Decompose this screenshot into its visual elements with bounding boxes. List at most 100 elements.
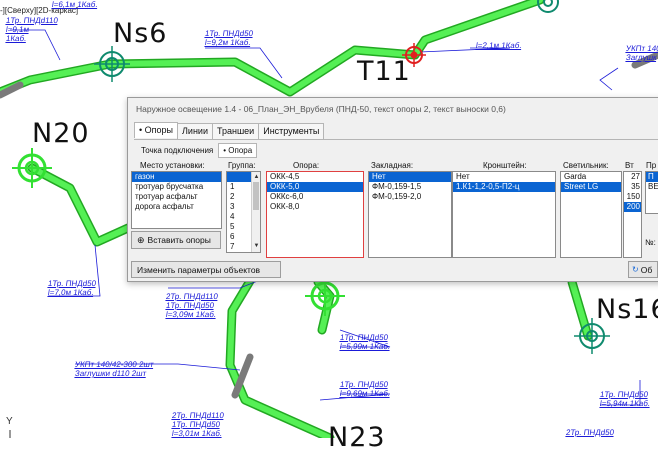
subtab-connection-point[interactable]: Точка подключения xyxy=(136,143,218,158)
list-item[interactable]: ОКК-5,0 xyxy=(267,182,363,192)
route-segment[interactable] xyxy=(567,277,593,341)
scroll-up-icon[interactable]: ▲ xyxy=(253,173,260,181)
outdoor-lighting-dialog[interactable]: Наружное освещение 1.4 - 06_План_ЭН_Вруб… xyxy=(127,97,658,282)
list-item[interactable]: 200 xyxy=(624,202,641,212)
update-button-label: Об xyxy=(640,264,653,275)
bracket-list[interactable]: Нет 1.К1-1,2-0,5-П2-ц xyxy=(452,171,556,258)
crosshair-icon: ⊕ xyxy=(137,234,145,245)
list-item[interactable]: ОККс-6,0 xyxy=(267,192,363,202)
cad-label: 1Тр. ПНДd50 xyxy=(165,301,215,310)
node-marker-ns6[interactable] xyxy=(94,46,130,82)
node-name-n20: N20 xyxy=(32,118,90,149)
route-segment[interactable] xyxy=(0,0,545,97)
col-header-place: Место установки: xyxy=(140,161,205,170)
list-item[interactable] xyxy=(227,172,251,182)
list-item[interactable]: ФМ-0,159-1,5 xyxy=(369,182,451,192)
insert-supports-label: Вставить опоры xyxy=(147,235,211,245)
node-marker-n20[interactable] xyxy=(12,148,52,188)
list-item[interactable]: ОКК-4,5 xyxy=(267,172,363,182)
list-item[interactable]: Street LG xyxy=(561,182,621,192)
cad-label: l=9,2м 1Каб. xyxy=(204,38,252,47)
lamp-list[interactable]: Garda Street LG xyxy=(560,171,622,258)
main-tabs: • Опоры Линии Траншеи Инструменты xyxy=(134,122,325,139)
list-item[interactable]: П xyxy=(646,172,658,182)
col-header-bracket: Кронштейн: xyxy=(483,161,527,170)
list-item[interactable]: ОКК-8,0 xyxy=(267,202,363,212)
change-parameters-button[interactable]: Изменить параметры объектов xyxy=(131,261,281,278)
cad-label: 2Тр. ПНДd110 xyxy=(171,411,225,420)
node-name-ns16: Ns16 xyxy=(596,294,658,325)
cad-label: Заглушк xyxy=(625,53,658,62)
cad-label: 1Тр. ПНДd50 xyxy=(339,333,389,342)
cad-label: l=9,1м xyxy=(5,25,30,34)
embed-list[interactable]: Нет ФМ-0,159-1,5 ФМ-0,159-2,0 xyxy=(368,171,452,258)
scroll-down-icon[interactable]: ▼ xyxy=(253,242,260,250)
col-header-embed: Закладная: xyxy=(371,161,414,170)
list-item[interactable]: газон xyxy=(132,172,221,182)
cad-label: 1Тр. ПНДd50 xyxy=(204,29,254,38)
tab-trenches[interactable]: Траншеи xyxy=(211,123,260,139)
list-item[interactable]: 27 xyxy=(624,172,641,182)
list-item[interactable]: Нет xyxy=(369,172,451,182)
tab-lines[interactable]: Линии xyxy=(177,123,213,139)
group-scrollbar[interactable]: ▲ ▼ xyxy=(251,172,260,252)
cad-label: 1Тр. ПНДd50 xyxy=(171,420,221,429)
cad-label: УКПт 140/42-300 2шт xyxy=(74,360,155,369)
leader-line xyxy=(599,67,619,91)
col-header-group: Группа: xyxy=(228,161,256,170)
list-item[interactable]: 35 xyxy=(624,182,641,192)
col-header-watt: Вт xyxy=(625,161,634,170)
extra-list[interactable]: П ВЕ xyxy=(645,171,658,214)
list-item[interactable]: тротуар брусчатка xyxy=(132,182,221,192)
node-name-t11: T11 xyxy=(357,56,411,87)
number-label: №: xyxy=(645,238,656,247)
cad-label: 1Тр. ПНДd110 xyxy=(5,16,59,25)
tab-tools[interactable]: Инструменты xyxy=(258,123,325,139)
col-header-support: Опора: xyxy=(293,161,320,170)
list-item[interactable]: тротуар асфальт xyxy=(132,192,221,202)
ucs-y-label: Y xyxy=(6,416,13,427)
node-marker-mid[interactable] xyxy=(305,276,345,316)
cad-label: l=2,1м 1Каб. xyxy=(475,41,523,50)
watt-list[interactable]: 27 35 150 200 xyxy=(623,171,642,258)
cad-label: l=3,09м 1Каб. xyxy=(165,310,217,319)
update-button[interactable]: ↻ Об xyxy=(628,261,658,278)
cad-label: Заглушки d110 2шт xyxy=(74,369,147,378)
group-list[interactable]: 1 2 3 4 5 6 7 ▲ ▼ xyxy=(226,171,261,253)
list-item[interactable]: ФМ-0,159-2,0 xyxy=(369,192,451,202)
sub-tabs: Точка подключения • Опора xyxy=(136,143,258,158)
node-name-n23: N23 xyxy=(328,422,386,453)
list-item[interactable]: ВЕ xyxy=(646,182,658,192)
cad-label: l=3,01м 1Каб. xyxy=(171,429,223,438)
route-segment[interactable] xyxy=(27,163,133,247)
subtab-support[interactable]: • Опора xyxy=(218,143,258,158)
cad-label: l=6,1м 1Каб. xyxy=(51,0,99,9)
dialog-title: Наружное освещение 1.4 - 06_План_ЭН_Вруб… xyxy=(136,104,506,114)
refresh-icon: ↻ xyxy=(632,265,639,274)
cad-label: l=9,69м 1Каб. xyxy=(339,389,391,398)
cad-label: 1Тр. ПНДd50 xyxy=(599,390,649,399)
cad-label: l=5,94м 1Каб. xyxy=(599,399,651,408)
node-name-ns6: Ns6 xyxy=(113,18,168,49)
cad-label: УКПт 140/42 xyxy=(625,44,658,53)
cad-label: 2Тр. ПНДd110 xyxy=(165,292,219,301)
col-header-lamp: Светильник: xyxy=(563,161,609,170)
list-item[interactable]: 150 xyxy=(624,192,641,202)
col-header-extra: Пр xyxy=(646,161,657,170)
place-list[interactable]: газон тротуар брусчатка тротуар асфальт … xyxy=(131,171,222,229)
cad-label: 1Каб. xyxy=(5,34,28,43)
tab-supports[interactable]: • Опоры xyxy=(134,122,179,138)
list-item[interactable]: 1.К1-1,2-0,5-П2-ц xyxy=(453,182,555,192)
insert-supports-button[interactable]: ⊕ Вставить опоры xyxy=(131,231,221,249)
support-list[interactable]: ОКК-4,5 ОКК-5,0 ОККс-6,0 ОКК-8,0 xyxy=(266,171,364,258)
tabs-divider xyxy=(134,139,658,140)
scroll-thumb[interactable] xyxy=(253,182,259,210)
list-item[interactable]: Нет xyxy=(453,172,555,182)
list-item[interactable]: Garda xyxy=(561,172,621,182)
cad-label: 2Тр. ПНДd50 xyxy=(565,428,615,437)
cad-label: l=5,99м 1Каб. xyxy=(339,342,391,351)
cad-label: 1Тр. ПНДd50 xyxy=(47,279,97,288)
list-item[interactable]: дорога асфальт xyxy=(132,202,221,212)
cad-label: l=7,0м 1Каб. xyxy=(47,288,95,297)
cad-label: 1Тр. ПНДd50 xyxy=(339,380,389,389)
